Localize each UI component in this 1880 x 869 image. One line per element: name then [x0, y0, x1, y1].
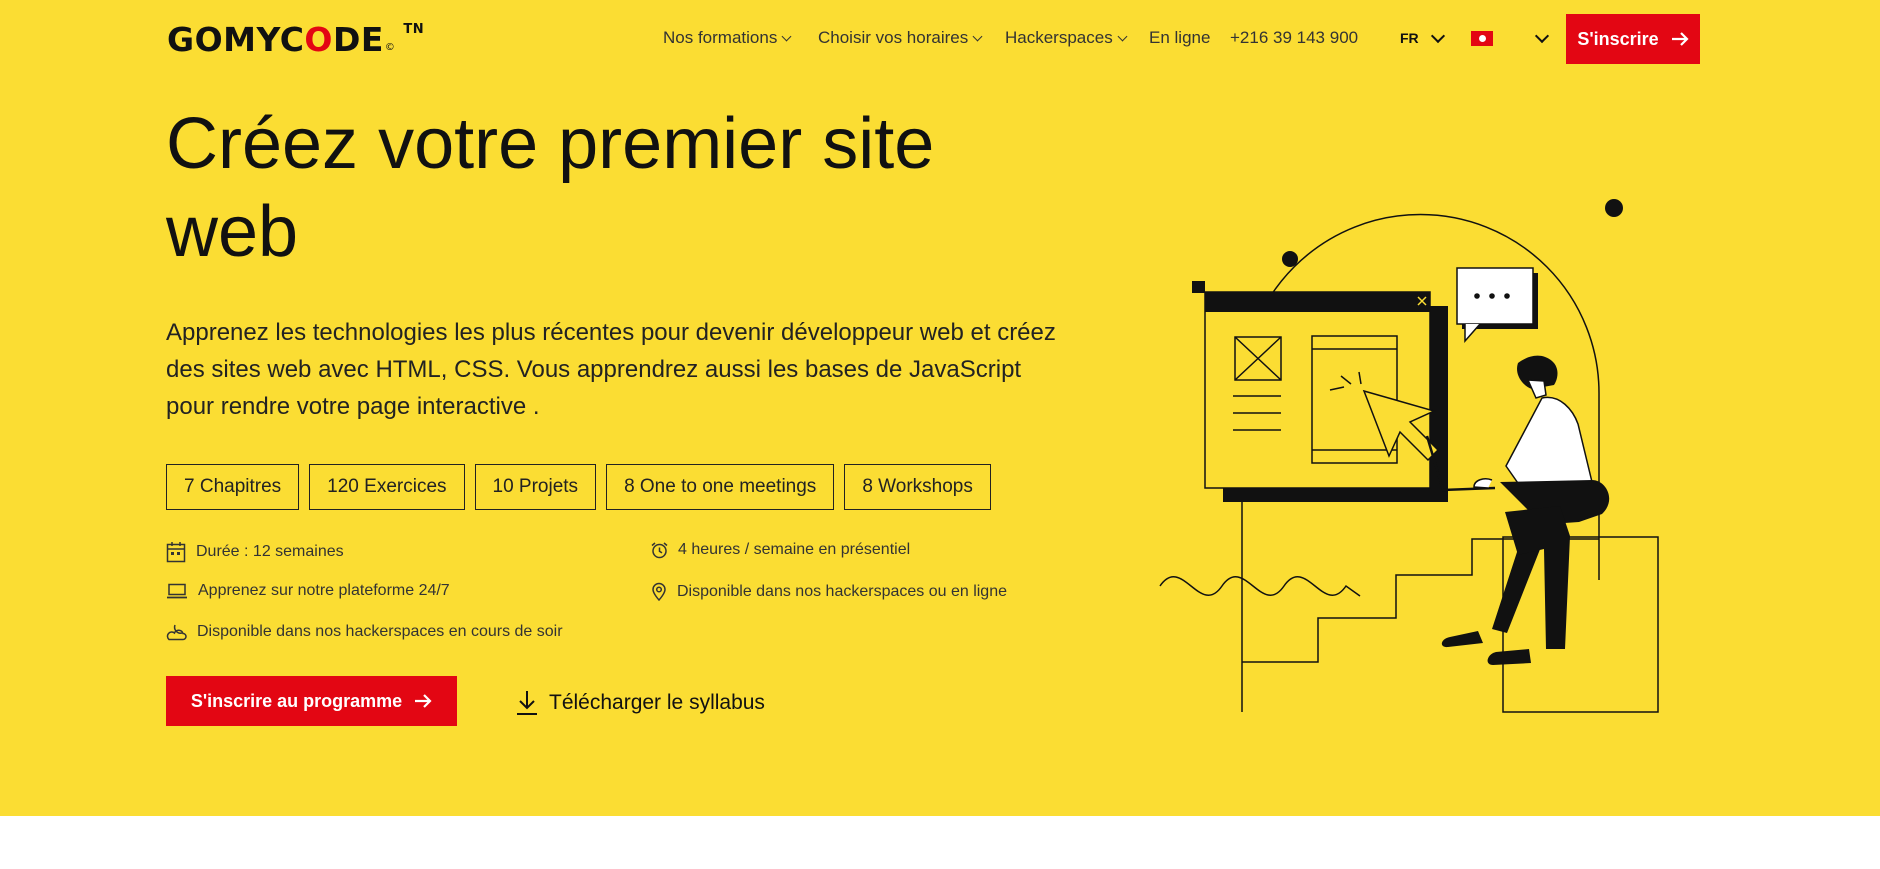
- logo-text-end: DE: [332, 20, 384, 59]
- arrow-right-icon: [415, 694, 432, 708]
- download-label: Télécharger le syllabus: [549, 691, 765, 714]
- feature-duration: Durée : 12 semaines: [166, 541, 344, 563]
- download-icon: [517, 691, 537, 715]
- feature-label: Disponible dans nos hackerspaces ou en l…: [677, 582, 1007, 600]
- feature-label: Disponible dans nos hackerspaces en cour…: [197, 622, 563, 640]
- arrow-right-icon: [1671, 32, 1689, 46]
- feature-label: Apprenez sur notre plateforme 24/7: [198, 582, 450, 599]
- nav-item-label: Choisir vos horaires: [818, 28, 969, 47]
- tunisia-flag-icon: [1471, 30, 1493, 46]
- feature-platform: Apprenez sur notre plateforme 24/7: [166, 582, 450, 600]
- logo-country-suffix: TN: [403, 22, 425, 37]
- phone-link[interactable]: +216 39 143 900: [1230, 26, 1358, 50]
- logo-text-o: O: [304, 20, 333, 59]
- chevron-down-icon: [1534, 28, 1550, 43]
- laptop-icon: [167, 583, 187, 599]
- page-title: Créez votre premier site web: [166, 104, 935, 272]
- calendar-icon: [166, 542, 186, 563]
- developer-illustration: [1159, 199, 1659, 713]
- download-syllabus-link[interactable]: Télécharger le syllabus: [515, 690, 765, 716]
- nav-item-label: En ligne: [1149, 28, 1211, 47]
- alarm-clock-icon: [651, 541, 668, 558]
- stat-projects: 10 Projets: [474, 464, 597, 510]
- hero-description: Apprenez les technologies les plus récen…: [166, 319, 1056, 420]
- nav-item-en-ligne[interactable]: En ligne: [1149, 26, 1210, 50]
- feature-label: 4 heures / semaine en présentiel: [678, 541, 911, 558]
- language-code: FR: [1400, 30, 1419, 46]
- location-pin-icon: [652, 582, 666, 601]
- stat-workshops: 8 Workshops: [844, 464, 991, 510]
- nav-item-formations[interactable]: Nos formations: [663, 26, 792, 50]
- gomycode-logo[interactable]: GOMYC O DE © TN: [167, 20, 424, 60]
- nav-item-horaires[interactable]: Choisir vos horaires: [818, 26, 983, 50]
- stat-meetings: 8 One to one meetings: [606, 464, 835, 510]
- signup-label: S'inscrire: [1577, 28, 1659, 49]
- enroll-program-button[interactable]: S'inscrire au programme: [166, 676, 457, 726]
- country-selector[interactable]: [1471, 26, 1550, 50]
- feature-label: Durée : 12 semaines: [196, 543, 344, 560]
- header-signup-button[interactable]: S'inscrire: [1566, 14, 1700, 64]
- stat-chapters: 7 Chapitres: [166, 464, 300, 510]
- stat-exercises: 120 Exercices: [309, 464, 465, 510]
- program-stats: 7 Chapitres 120 Exercices 10 Projets 8 O…: [166, 464, 991, 510]
- logo-text-start: GOMYC: [167, 20, 305, 59]
- nav-item-label: Nos formations: [663, 28, 778, 47]
- chevron-down-icon: [1117, 31, 1128, 41]
- nav-item-hackerspaces[interactable]: Hackerspaces: [1005, 26, 1128, 50]
- moon-cloud-icon: [166, 624, 187, 641]
- chevron-down-icon: [781, 31, 792, 41]
- chevron-down-icon: [1430, 28, 1445, 43]
- chevron-down-icon: [972, 31, 983, 41]
- nav-item-label: Hackerspaces: [1005, 28, 1113, 47]
- logo-copyright: ©: [384, 42, 396, 53]
- feature-evening: Disponible dans nos hackerspaces en cour…: [166, 622, 563, 641]
- feature-hours: 4 heures / semaine en présentiel: [651, 541, 910, 559]
- language-selector[interactable]: FR: [1400, 26, 1445, 50]
- feature-location: Disponible dans nos hackerspaces ou en l…: [651, 582, 1007, 601]
- phone-number: +216 39 143 900: [1230, 28, 1359, 47]
- enroll-label: S'inscrire au programme: [190, 690, 403, 711]
